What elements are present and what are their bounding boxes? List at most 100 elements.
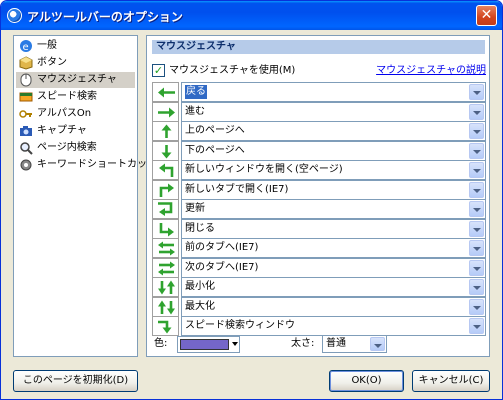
gesture-arrow-left-right-icon bbox=[152, 238, 179, 258]
gesture-action-select[interactable]: 次のタブへ(IE7) bbox=[181, 257, 486, 278]
chevron-down-icon[interactable] bbox=[469, 201, 484, 217]
gesture-row: 新しいウィンドウを開く(空ページ) bbox=[152, 160, 486, 181]
sidebar-item-label: キャプチャ bbox=[37, 125, 87, 136]
key-icon bbox=[19, 107, 33, 121]
gesture-row: 下のページへ bbox=[152, 140, 486, 162]
sidebar-item-label: ボタン bbox=[37, 57, 67, 68]
chevron-down-icon[interactable] bbox=[469, 142, 484, 159]
gesture-action-select[interactable]: 下のページへ bbox=[181, 140, 486, 161]
size-select[interactable]: 普通 bbox=[322, 335, 387, 353]
gesture-action-select[interactable]: 上のページへ bbox=[181, 121, 486, 141]
gesture-help-link[interactable]: マウスジェスチャの説明 bbox=[376, 64, 486, 77]
chevron-down-icon[interactable] bbox=[469, 259, 484, 276]
gesture-action-select[interactable]: 戻る bbox=[181, 82, 486, 102]
dialog-body: e 一般 ボタン マウスジェスチャ スピード検索 アルパスOn キャプチャ ページ内検索 キーワ… bbox=[4, 30, 499, 398]
chevron-down-icon[interactable] bbox=[469, 298, 484, 315]
color-swatch bbox=[180, 339, 229, 350]
sidebar-item-label: アルパスOn bbox=[37, 108, 92, 119]
gesture-action-value: 最大化 bbox=[185, 300, 215, 312]
gesture-action-value: 前のタブへ(IE7) bbox=[185, 242, 259, 253]
sidebar-item-label: スピード検索 bbox=[37, 91, 97, 102]
gesture-action-value: 戻る bbox=[185, 85, 207, 99]
gesture-row: 進む bbox=[152, 101, 486, 123]
options-window: アルツールバーのオプション ✕ e 一般 ボタン マウスジェスチャ スピード検索 アルパス… bbox=[0, 0, 503, 400]
color-picker[interactable] bbox=[177, 336, 240, 353]
gesture-arrow-right-icon bbox=[152, 101, 179, 122]
sidebar-item[interactable]: キャプチャ bbox=[16, 123, 135, 139]
sidebar-item[interactable]: ボタン bbox=[16, 55, 135, 71]
gesture-action-value: 新しいタブで開く(IE7) bbox=[185, 183, 289, 195]
gesture-action-value: 進む bbox=[185, 105, 205, 117]
chevron-down-icon[interactable] bbox=[469, 279, 484, 295]
gesture-row: 戻る bbox=[152, 82, 486, 103]
speed-search-icon bbox=[19, 90, 33, 104]
chevron-down-icon[interactable] bbox=[370, 337, 385, 351]
gesture-row: 最小化 bbox=[152, 277, 486, 298]
chevron-down-icon[interactable] bbox=[469, 181, 484, 198]
chevron-down-icon[interactable] bbox=[469, 103, 484, 120]
ie-icon: e bbox=[19, 39, 33, 53]
size-label: 太さ: bbox=[291, 338, 315, 349]
enable-gesture-row: ✓ マウスジェスチャを使用(M) マウスジェスチャの説明 bbox=[152, 64, 486, 77]
gesture-action-value: 下のページへ bbox=[185, 144, 245, 156]
magnifier-icon bbox=[19, 141, 33, 155]
gesture-action-value: スピード検索ウィンドウ bbox=[185, 320, 295, 331]
gesture-action-value: 最小化 bbox=[185, 281, 215, 292]
gesture-arrow-left-icon bbox=[152, 82, 179, 102]
chevron-down-icon[interactable] bbox=[469, 240, 484, 256]
gesture-action-value: 次のタブへ(IE7) bbox=[185, 261, 259, 273]
sidebar-item-label: マウスジェスチャ bbox=[37, 74, 117, 85]
gesture-action-select[interactable]: 新しいウィンドウを開く(空ページ) bbox=[181, 160, 486, 180]
size-value: 普通 bbox=[326, 338, 346, 349]
sidebar-item[interactable]: マウスジェスチャ bbox=[16, 72, 135, 88]
sidebar-item[interactable]: スピード検索 bbox=[16, 89, 135, 105]
gesture-row: スピード検索ウィンドウ bbox=[152, 316, 486, 337]
window-title: アルツールバーのオプション bbox=[27, 10, 183, 24]
gesture-arrow-right-left-icon bbox=[152, 257, 179, 278]
gesture-row: 上のページへ bbox=[152, 121, 486, 142]
gesture-action-select[interactable]: 更新 bbox=[181, 199, 486, 219]
chevron-down-icon[interactable] bbox=[469, 123, 484, 139]
chevron-down-icon bbox=[232, 342, 238, 346]
gesture-row: 最大化 bbox=[152, 296, 486, 318]
reset-page-button[interactable]: このページを初期化(D) bbox=[13, 370, 138, 392]
sidebar-item[interactable]: アルパスOn bbox=[16, 106, 135, 122]
gesture-arrow-down-up-icon bbox=[152, 277, 179, 297]
gesture-action-value: 新しいウィンドウを開く(空ページ) bbox=[185, 164, 343, 175]
color-label: 色: bbox=[154, 338, 168, 349]
sidebar-item[interactable]: ページ内検索 bbox=[16, 140, 135, 156]
gesture-arrow-up-down-icon bbox=[152, 296, 179, 317]
settings-panel: マウスジェスチャ ✓ マウスジェスチャを使用(M) マウスジェスチャの説明 戻る… bbox=[146, 35, 490, 357]
gesture-action-select[interactable]: スピード検索ウィンドウ bbox=[181, 316, 486, 336]
gesture-arrow-up-icon bbox=[152, 121, 179, 141]
chevron-down-icon[interactable] bbox=[469, 318, 484, 334]
gesture-arrow-right-down-left-icon bbox=[152, 199, 179, 219]
gesture-action-select[interactable]: 最大化 bbox=[181, 296, 486, 317]
chevron-down-icon[interactable] bbox=[469, 220, 484, 237]
sidebar-item[interactable]: キーワードショートカット bbox=[16, 157, 157, 173]
cancel-button[interactable]: キャンセル(C) bbox=[412, 370, 490, 392]
gesture-action-select[interactable]: 新しいタブで開く(IE7) bbox=[181, 179, 486, 200]
chevron-down-icon[interactable] bbox=[469, 84, 484, 100]
gesture-action-select[interactable]: 前のタブへ(IE7) bbox=[181, 238, 486, 258]
category-list: e 一般ボタンマウスジェスチャ スピード検索 アルパスOn キャプチャページ内検索キーワ… bbox=[13, 35, 157, 357]
enable-gesture-checkbox[interactable]: ✓ bbox=[152, 64, 165, 77]
close-button[interactable]: ✕ bbox=[476, 5, 497, 26]
gesture-row: 前のタブへ(IE7) bbox=[152, 238, 486, 259]
sidebar-item[interactable]: e 一般 bbox=[16, 38, 135, 54]
section-title: マウスジェスチャ bbox=[152, 40, 485, 54]
gesture-row: 次のタブへ(IE7) bbox=[152, 257, 486, 279]
gesture-arrow-up-right-icon bbox=[152, 179, 179, 200]
title-bar[interactable]: アルツールバーのオプション ✕ bbox=[1, 1, 502, 30]
gesture-row: 閉じる bbox=[152, 218, 486, 240]
sidebar-item-label: ページ内検索 bbox=[37, 142, 97, 153]
gesture-action-select[interactable]: 閉じる bbox=[181, 218, 486, 239]
gesture-action-select[interactable]: 最小化 bbox=[181, 277, 486, 297]
gesture-action-select[interactable]: 進む bbox=[181, 101, 486, 122]
gesture-action-value: 更新 bbox=[185, 203, 205, 214]
enable-gesture-label[interactable]: マウスジェスチャを使用(M) bbox=[169, 64, 295, 77]
ok-button[interactable]: OK(O) bbox=[329, 370, 404, 392]
gear-icon bbox=[19, 158, 33, 172]
chevron-down-icon[interactable] bbox=[469, 162, 484, 178]
svg-text:e: e bbox=[23, 42, 29, 53]
